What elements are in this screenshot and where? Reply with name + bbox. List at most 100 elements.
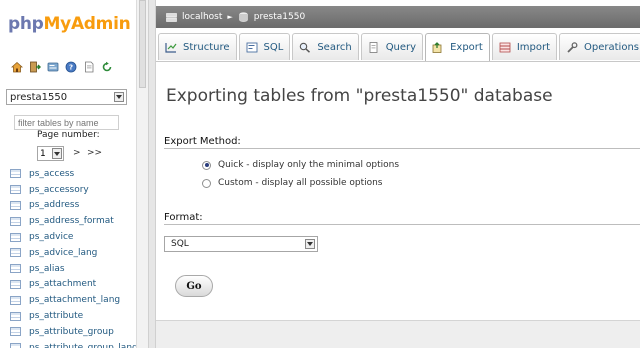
docs-icon[interactable] <box>82 60 95 73</box>
table-icon <box>10 264 21 274</box>
database-select[interactable]: presta1550 <box>6 89 127 105</box>
home-icon[interactable] <box>10 60 23 73</box>
table-list-item[interactable]: ps_advice_lang <box>10 245 136 261</box>
table-name[interactable]: ps_alias <box>29 264 65 274</box>
exit-icon[interactable] <box>28 60 41 73</box>
svg-text:?: ? <box>68 63 72 71</box>
reload-icon[interactable] <box>100 60 113 73</box>
navigation-scrollbar[interactable] <box>136 0 148 348</box>
operations-icon <box>566 41 578 53</box>
table-icon <box>10 327 21 337</box>
table-name[interactable]: ps_advice <box>29 232 73 242</box>
table-icon <box>10 295 21 305</box>
panel-resize-divider[interactable] <box>148 0 156 348</box>
table-name[interactable]: ps_advice_lang <box>29 248 97 258</box>
page-title: Exporting tables from "presta1550" datab… <box>166 86 553 106</box>
table-name[interactable]: ps_attachment_lang <box>29 295 120 305</box>
breadcrumb: localhost ► presta1550 <box>156 6 640 28</box>
breadcrumb-server[interactable]: localhost <box>182 12 222 22</box>
tab-import[interactable]: Import <box>491 33 558 60</box>
export-method-divider <box>164 148 640 149</box>
table-list-item[interactable]: ps_address_format <box>10 213 136 229</box>
table-list-item[interactable]: ps_address <box>10 198 136 214</box>
tab-structure[interactable]: Structure <box>158 33 237 60</box>
logo-admin: Admin <box>70 14 131 34</box>
next-page-link[interactable]: > <box>73 148 81 158</box>
table-name[interactable]: ps_address <box>29 200 79 210</box>
table-name[interactable]: ps_access <box>29 169 74 179</box>
tab-label: SQL <box>263 41 284 53</box>
table-list-item[interactable]: ps_accessory <box>10 182 136 198</box>
tab-label: Export <box>450 42 483 53</box>
table-name[interactable]: ps_attachment <box>29 279 96 289</box>
breadcrumb-separator-icon: ► <box>227 13 233 21</box>
table-list-item[interactable]: ps_attribute <box>10 308 136 324</box>
radio-quick-label[interactable]: Quick - display only the minimal options <box>218 160 399 170</box>
bottom-bar <box>156 320 640 348</box>
tab-label: Query <box>385 41 417 53</box>
table-icon <box>10 279 21 289</box>
scrollbar-thumb[interactable] <box>139 0 146 88</box>
table-icon <box>10 216 21 226</box>
table-list-item[interactable]: ps_advice <box>10 229 136 245</box>
quick-icons-bar: ? <box>10 60 113 73</box>
table-name[interactable]: ps_attribute_group <box>29 327 114 337</box>
table-name[interactable]: ps_attribute <box>29 311 83 321</box>
query-icon <box>368 41 380 53</box>
table-icon <box>10 185 21 195</box>
help-icon[interactable]: ? <box>64 60 77 73</box>
main-panel: localhost ► presta1550 Structure SQL Sea… <box>156 0 640 348</box>
tab-bar-divider <box>156 61 640 62</box>
radio-custom[interactable] <box>202 178 211 188</box>
table-list-item[interactable]: ps_attribute_group_lang <box>10 340 136 348</box>
table-list-item[interactable]: ps_attachment_lang <box>10 292 136 308</box>
export-icon <box>432 42 444 53</box>
table-icon <box>10 169 21 179</box>
table-list-item[interactable]: ps_access <box>10 166 136 182</box>
table-list-item[interactable]: ps_attachment <box>10 277 136 293</box>
table-name[interactable]: ps_address_format <box>29 216 114 226</box>
table-list-item[interactable]: ps_alias <box>10 261 136 277</box>
sql-icon <box>246 42 258 53</box>
tab-bar: Structure SQL Search Query Export Import… <box>158 33 640 61</box>
chevron-down-icon <box>52 148 62 159</box>
format-select[interactable]: SQL <box>164 236 318 252</box>
format-divider <box>164 224 640 225</box>
tab-sql[interactable]: SQL <box>238 33 291 60</box>
import-icon <box>499 42 511 53</box>
radio-custom-label[interactable]: Custom - display all possible options <box>218 178 383 188</box>
page-number-value: 1 <box>40 149 46 159</box>
table-name[interactable]: ps_accessory <box>29 185 89 195</box>
structure-icon <box>165 42 177 53</box>
tab-query[interactable]: Query <box>360 33 424 60</box>
tab-export[interactable]: Export <box>425 33 490 61</box>
filter-tables-input[interactable] <box>14 115 119 130</box>
table-list: ps_access ps_accessory ps_address ps_add… <box>10 166 136 348</box>
radio-quick[interactable] <box>202 160 211 170</box>
breadcrumb-database[interactable]: presta1550 <box>254 12 305 22</box>
search-icon <box>299 42 311 53</box>
tab-operations[interactable]: Operations <box>559 33 640 60</box>
radio-custom-option[interactable]: Custom - display all possible options <box>202 178 383 188</box>
format-select-value: SQL <box>171 239 189 249</box>
page-number-select[interactable]: 1 <box>37 146 64 161</box>
last-page-link[interactable]: >> <box>87 148 102 158</box>
table-icon <box>10 200 21 210</box>
format-label: Format: <box>164 212 203 223</box>
server-icon <box>166 12 177 22</box>
database-select-value: presta1550 <box>10 92 68 103</box>
phpmyadmin-logo[interactable]: phpMyAdmin <box>8 14 131 34</box>
table-name[interactable]: ps_attribute_group_lang <box>29 343 136 348</box>
logo-my: My <box>43 14 72 34</box>
table-list-item[interactable]: ps_attribute_group <box>10 324 136 340</box>
go-button[interactable]: Go <box>175 275 213 297</box>
sql-query-icon[interactable] <box>46 60 59 73</box>
chevron-down-icon <box>305 239 315 249</box>
tab-label: Import <box>516 41 551 53</box>
export-method-label: Export Method: <box>164 136 241 147</box>
page-number-label: Page number: <box>37 130 100 140</box>
tab-search[interactable]: Search <box>292 33 359 60</box>
tab-label: Search <box>317 41 352 53</box>
radio-quick-option[interactable]: Quick - display only the minimal options <box>202 160 399 170</box>
table-icon <box>10 343 21 348</box>
